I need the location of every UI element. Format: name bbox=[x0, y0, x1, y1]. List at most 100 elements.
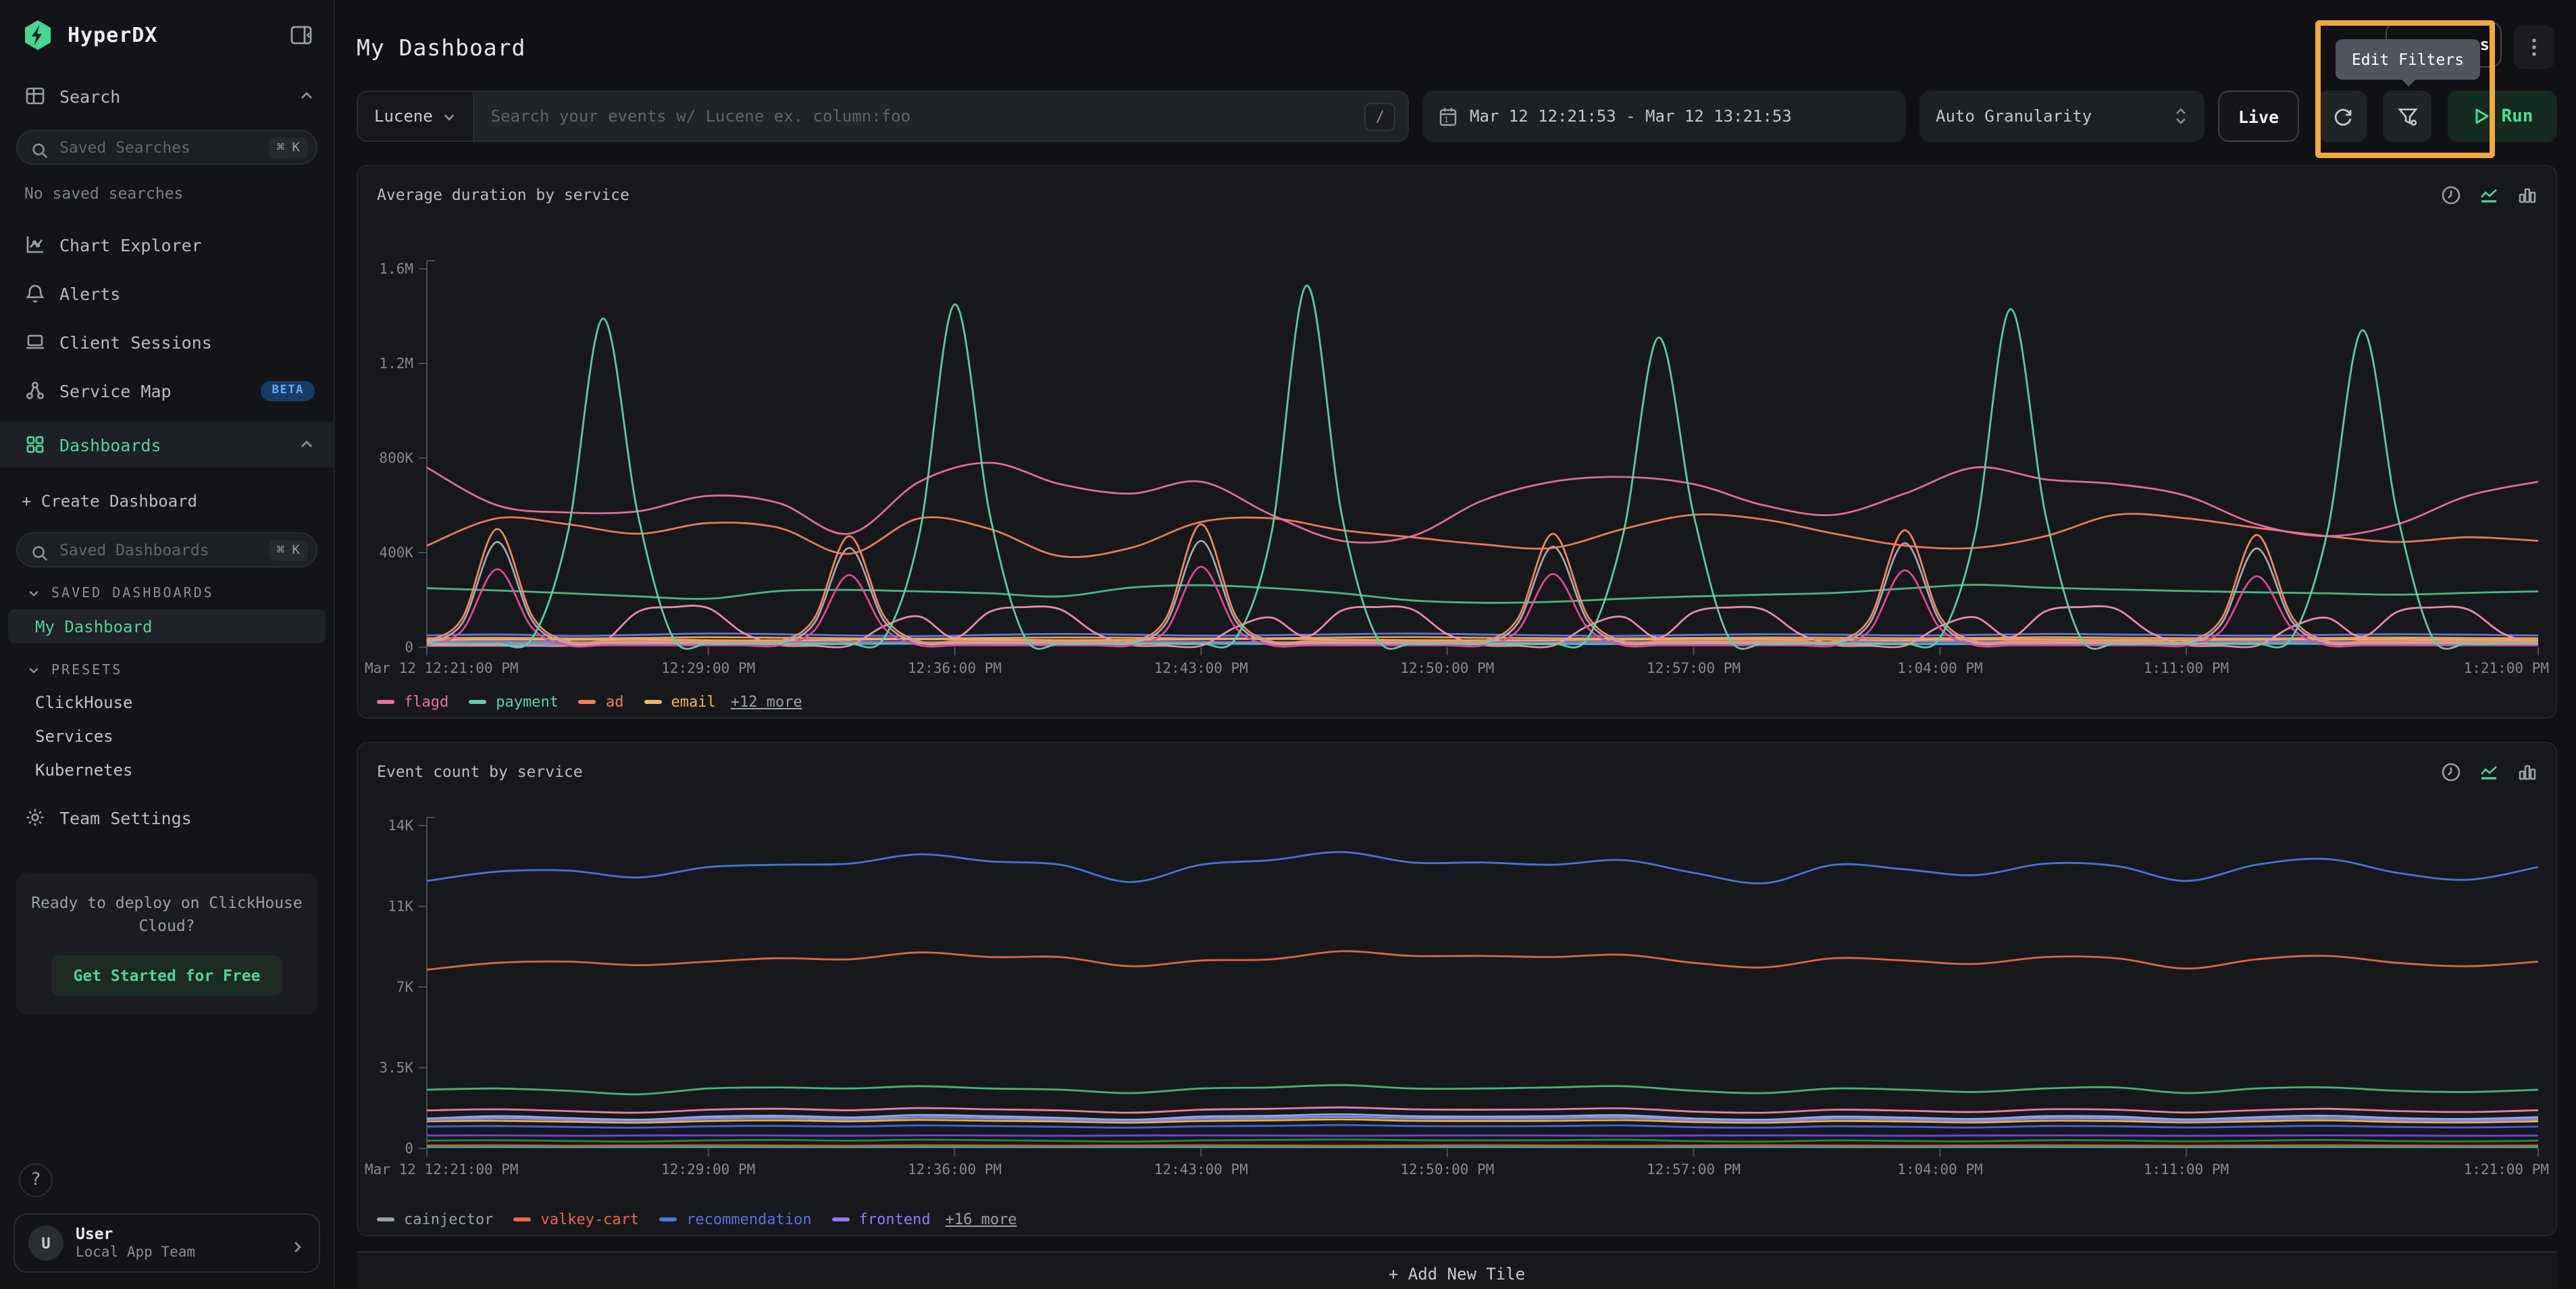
svg-text:12:36:00 PM: 12:36:00 PM bbox=[908, 1161, 1002, 1178]
add-new-tile-button[interactable]: + Add New Tile bbox=[357, 1251, 2557, 1289]
legend-label: cainjector bbox=[404, 1210, 493, 1228]
svg-text:3.5K: 3.5K bbox=[379, 1060, 413, 1076]
legend-more-link[interactable]: +16 more bbox=[946, 1210, 1017, 1228]
line-chart-icon[interactable] bbox=[2479, 761, 2499, 782]
legend-item[interactable]: payment bbox=[469, 692, 559, 710]
legend-swatch bbox=[579, 699, 596, 703]
preset-clickhouse[interactable]: ClickHouse bbox=[0, 685, 334, 719]
sidebar: HyperDX Search ⌘ K No saved searches bbox=[0, 0, 335, 1289]
query-language-select[interactable]: Lucene bbox=[358, 92, 475, 141]
bar-chart-icon[interactable] bbox=[2517, 761, 2537, 782]
sidebar-item-label: Dashboards bbox=[59, 434, 285, 455]
bell-icon bbox=[24, 282, 46, 304]
user-menu[interactable]: U User Local App Team bbox=[14, 1213, 320, 1273]
presets-section[interactable]: PRESETS bbox=[0, 655, 334, 685]
legend-label: valkey-cart bbox=[540, 1210, 639, 1228]
sidebar-item-alerts[interactable]: Alerts bbox=[0, 273, 334, 313]
legend-label: recommendation bbox=[686, 1210, 811, 1228]
sidebar-item-label: Team Settings bbox=[59, 807, 315, 828]
legend-swatch bbox=[469, 699, 486, 703]
svg-text:12:29:00 PM: 12:29:00 PM bbox=[661, 1161, 755, 1178]
edit-filters-button[interactable] bbox=[2383, 91, 2431, 142]
svg-text:1:11:00 PM: 1:11:00 PM bbox=[2144, 660, 2229, 676]
svg-text:1:21:00 PM: 1:21:00 PM bbox=[2464, 1161, 2549, 1178]
panel-title: Event count by service bbox=[377, 762, 2441, 781]
preset-kubernetes[interactable]: Kubernetes bbox=[0, 753, 334, 786]
sidebar-collapse-icon[interactable] bbox=[288, 22, 315, 49]
sidebar-item-service-map[interactable]: Service Map BETA bbox=[0, 370, 334, 411]
panel-average-duration: Average duration by service 1.6M1.2M800K… bbox=[357, 165, 2557, 719]
granularity-select[interactable]: Auto Granularity bbox=[1920, 91, 2205, 142]
query-language-label: Lucene bbox=[374, 107, 433, 126]
chevron-down-icon bbox=[27, 663, 41, 677]
sidebar-item-label: Client Sessions bbox=[59, 332, 315, 352]
help-button[interactable]: ? bbox=[19, 1163, 53, 1197]
play-icon bbox=[2472, 107, 2491, 126]
run-button[interactable]: Run bbox=[2448, 91, 2557, 142]
live-button[interactable]: Live bbox=[2218, 91, 2299, 142]
app-title: HyperDX bbox=[68, 23, 288, 47]
legend-swatch bbox=[832, 1217, 850, 1221]
svg-text:800K: 800K bbox=[379, 450, 413, 466]
panel-title: Average duration by service bbox=[377, 185, 2441, 204]
legend-item[interactable]: valkey-cart bbox=[513, 1210, 639, 1228]
bar-chart-icon[interactable] bbox=[2517, 184, 2537, 205]
saved-dashboards-search[interactable]: ⌘ K bbox=[16, 532, 317, 567]
chart-legend: flagd payment ad email +12 more bbox=[377, 685, 2537, 717]
svg-text:12:57:00 PM: 12:57:00 PM bbox=[1647, 660, 1741, 676]
time-range-picker[interactable]: 1 Mar 12 12:21:53 - Mar 12 13:21:53 bbox=[1422, 91, 1906, 142]
svg-text:12:36:00 PM: 12:36:00 PM bbox=[908, 660, 1002, 676]
svg-text:14K: 14K bbox=[388, 817, 413, 834]
svg-text:1:04:00 PM: 1:04:00 PM bbox=[1897, 1161, 1982, 1178]
legend-item[interactable]: email bbox=[644, 692, 715, 710]
network-icon bbox=[24, 380, 46, 401]
saved-searches-input[interactable] bbox=[57, 136, 261, 158]
svg-text:12:57:00 PM: 12:57:00 PM bbox=[1647, 1161, 1741, 1178]
laptop-icon bbox=[24, 331, 46, 353]
create-dashboard-button[interactable]: + Create Dashboard bbox=[0, 484, 334, 519]
event-count-chart[interactable]: 14K11K7K3.5K0Mar 12 12:21:00 PM12:29:00 … bbox=[377, 792, 2541, 1203]
clock-icon[interactable] bbox=[2441, 761, 2461, 782]
selector-chevrons-icon bbox=[2173, 107, 2188, 126]
sidebar-item-client-sessions[interactable]: Client Sessions bbox=[0, 322, 334, 362]
panel-icons bbox=[2441, 761, 2537, 782]
grid-icon bbox=[24, 434, 46, 455]
svg-text:0: 0 bbox=[405, 1140, 413, 1157]
shortcut-badge: ⌘ K bbox=[269, 540, 308, 560]
sidebar-item-chart-explorer[interactable]: Chart Explorer bbox=[0, 224, 334, 265]
legend-item[interactable]: ad bbox=[579, 692, 624, 710]
line-chart-icon[interactable] bbox=[2479, 184, 2499, 205]
legend-item[interactable]: recommendation bbox=[659, 1210, 811, 1228]
sidebar-item-label: Alerts bbox=[59, 283, 315, 303]
legend-item[interactable]: cainjector bbox=[377, 1210, 493, 1228]
saved-dashboards-section[interactable]: SAVED DASHBOARDS bbox=[0, 578, 334, 608]
section-label: PRESETS bbox=[51, 663, 122, 678]
panel-header: Event count by service bbox=[377, 743, 2537, 792]
refresh-button[interactable] bbox=[2318, 91, 2367, 142]
legend-item[interactable]: frontend bbox=[832, 1210, 931, 1228]
sidebar-item-dashboards[interactable]: Dashboards bbox=[0, 422, 334, 467]
user-team: Local App Team bbox=[76, 1244, 277, 1261]
preset-services[interactable]: Services bbox=[0, 719, 334, 753]
dashboard-menu-button[interactable] bbox=[2514, 26, 2554, 69]
table-icon bbox=[24, 85, 46, 107]
saved-dashboard-my-dashboard[interactable]: My Dashboard bbox=[8, 609, 326, 643]
duration-chart[interactable]: 1.6M1.2M800K400K0Mar 12 12:21:00 PM12:29… bbox=[377, 215, 2541, 685]
clock-icon[interactable] bbox=[2441, 184, 2461, 205]
hyperdx-logo-icon bbox=[22, 19, 54, 51]
user-meta: User Local App Team bbox=[76, 1225, 277, 1262]
legend-more-link[interactable]: +12 more bbox=[731, 692, 802, 710]
saved-dashboards-input[interactable] bbox=[57, 539, 261, 561]
svg-text:1:04:00 PM: 1:04:00 PM bbox=[1897, 660, 1982, 676]
saved-searches-search[interactable]: ⌘ K bbox=[16, 130, 317, 165]
get-started-button[interactable]: Get Started for Free bbox=[52, 955, 282, 995]
sidebar-item-team-settings[interactable]: Team Settings bbox=[0, 797, 334, 838]
granularity-value: Auto Granularity bbox=[1936, 107, 2092, 126]
legend-item[interactable]: flagd bbox=[377, 692, 448, 710]
gear-icon bbox=[24, 807, 46, 828]
sidebar-item-search[interactable]: Search bbox=[0, 76, 334, 116]
event-search-input[interactable] bbox=[475, 107, 1365, 126]
svg-text:1:11:00 PM: 1:11:00 PM bbox=[2144, 1161, 2229, 1178]
svg-text:7K: 7K bbox=[396, 979, 414, 995]
beta-badge: BETA bbox=[261, 380, 315, 401]
